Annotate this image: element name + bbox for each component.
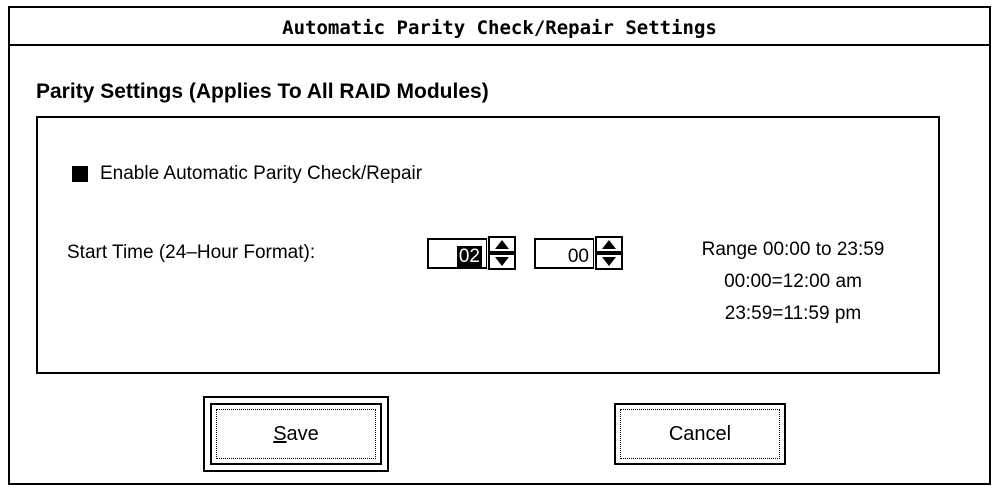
hour-down-arrow-icon[interactable] [488, 253, 516, 270]
section-title: Parity Settings (Applies To All RAID Mod… [36, 80, 489, 103]
cancel-button[interactable]: Cancel [614, 403, 786, 465]
parity-settings-group: Enable Automatic Parity Check/Repair Sta… [36, 116, 940, 374]
dialog-title: Automatic Parity Check/Repair Settings [10, 8, 989, 46]
save-label-rest: ave [286, 422, 319, 445]
enable-parity-label: Enable Automatic Parity Check/Repair [100, 163, 423, 184]
save-mnemonic: S [273, 422, 287, 445]
enable-parity-checkbox[interactable] [72, 166, 88, 182]
hour-stepper[interactable] [488, 236, 516, 270]
cancel-label: Cancel [668, 422, 732, 445]
enable-parity-checkbox-row[interactable]: Enable Automatic Parity Check/Repair [72, 163, 422, 185]
time-range-info: Range 00:00 to 23:59 00:00=12:00 am 23:5… [658, 234, 928, 330]
hour-field[interactable]: 02 [427, 238, 487, 269]
minute-value: 00 [567, 246, 589, 267]
hour-up-arrow-icon[interactable] [488, 236, 516, 253]
range-line-3: 23:59=11:59 pm [724, 303, 862, 324]
hour-value: 02 [456, 246, 482, 267]
save-button[interactable]: Save [203, 396, 389, 472]
minute-up-arrow-icon[interactable] [595, 236, 623, 253]
minute-field[interactable]: 00 [534, 238, 594, 269]
parity-settings-dialog: Automatic Parity Check/Repair Settings P… [8, 6, 991, 485]
start-time-label: Start Time (24–Hour Format): [67, 242, 316, 263]
minute-stepper[interactable] [595, 236, 623, 270]
range-line-1: Range 00:00 to 23:59 [701, 239, 885, 260]
minute-down-arrow-icon[interactable] [595, 253, 623, 270]
range-line-2: 00:00=12:00 am [724, 271, 862, 292]
